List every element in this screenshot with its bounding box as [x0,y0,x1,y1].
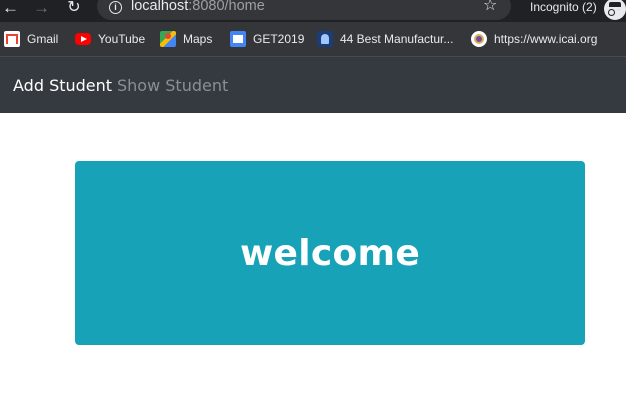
bookmark-youtube[interactable]: YouTube [75,30,145,48]
bookmark-maps[interactable]: Maps [160,30,212,48]
back-arrow-icon[interactable]: ← [2,0,19,16]
nav-link-add-student[interactable]: Add Student [13,76,112,95]
bookmark-get2019[interactable]: GET2019 [230,30,304,48]
bookmark-site-icon [317,31,333,47]
url-text[interactable]: localhost:8080/home [131,0,265,14]
forward-arrow-icon[interactable]: → [33,0,50,16]
bookmark-label: Gmail [27,32,59,46]
url-path: :8080/home [188,0,265,14]
gmail-icon [4,31,20,47]
welcome-jumbotron: welcome [75,161,585,345]
bookmark-label: Maps [183,32,213,46]
bookmark-star-icon[interactable]: ☆ [483,0,497,14]
app-navbar: Add Student Show Student [0,57,626,113]
browser-toolbar: ← → ↻ i localhost:8080/home ☆ Incognito … [0,0,626,22]
bookmark-label: 44 Best Manufactur... [340,32,454,46]
get2019-icon [230,31,246,47]
url-host: localhost [131,0,189,14]
icai-icon [471,31,487,47]
reload-icon[interactable]: ↻ [66,0,82,16]
bookmark-44-best[interactable]: 44 Best Manufactur... [317,30,453,48]
bookmarks-bar: Gmail YouTube Maps GET2019 44 Best Manuf… [0,22,626,57]
info-icon[interactable]: i [109,1,122,14]
welcome-heading: welcome [239,232,421,274]
bookmark-gmail[interactable]: Gmail [4,30,58,48]
youtube-icon [75,33,91,45]
bookmark-label: GET2019 [253,32,305,46]
address-bar[interactable]: i localhost:8080/home ☆ [97,0,511,20]
bookmark-label: https://www.icai.org [494,32,598,46]
bookmark-label: YouTube [98,32,146,46]
nav-link-show-student[interactable]: Show Student [117,76,228,95]
incognito-icon[interactable] [604,0,626,20]
maps-icon [160,31,176,47]
bookmark-icai[interactable]: https://www.icai.org [471,30,597,48]
incognito-label[interactable]: Incognito (2) [530,0,597,14]
